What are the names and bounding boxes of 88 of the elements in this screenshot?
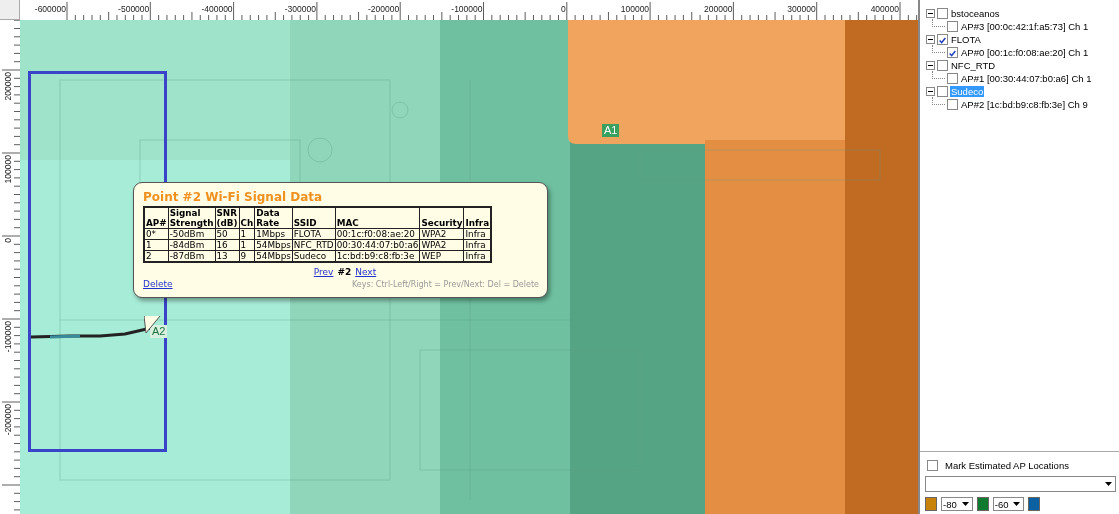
table-cell: FLOTA (292, 228, 336, 240)
ruler-label: -100000 (3, 321, 13, 353)
ruler-label: 200000 (704, 4, 733, 14)
checkbox[interactable] (937, 8, 948, 19)
dropdown[interactable] (925, 476, 1116, 492)
table-cell: 00:30:44:07:b0:a6 (335, 239, 420, 251)
popup-title: Point #2 Wi-Fi Signal Data (143, 190, 324, 204)
ruler-label: -200000 (368, 4, 400, 14)
table-cell: Infra (463, 239, 492, 251)
ruler-label: 100000 (620, 4, 650, 14)
table-cell: 00:1c:f0:08:ae:20 (335, 228, 420, 240)
table-cell: 1 (144, 239, 169, 251)
dropdown-arrow-icon (961, 502, 969, 506)
ruler-label: 200000 (3, 72, 13, 101)
ruler-label: 0 (561, 4, 566, 14)
table-cell: 2 (144, 250, 169, 262)
point-number: #2 (337, 267, 352, 277)
prev-link[interactable]: Prev (313, 267, 334, 277)
table-cell: Infra (463, 228, 492, 240)
ruler-label: -500000 (118, 4, 150, 14)
ruler-label: -600000 (34, 4, 66, 14)
table-cell: 1c:bd:b9:c8:fb:3e (335, 250, 420, 262)
ruler-label: 300000 (787, 4, 816, 14)
checkbox[interactable] (947, 21, 958, 32)
table-cell: -50dBm (168, 228, 215, 240)
ruler-label: -200000 (3, 404, 13, 436)
table-cell: 13 (215, 250, 240, 262)
tree-item[interactable]: AP#2 [1c:bd:b9:c8:fb:3e] Ch 9 (960, 99, 1089, 110)
table-cell: 9 (239, 250, 255, 262)
column-header: AP# (144, 207, 169, 229)
table-cell: 54Mbps (254, 250, 293, 262)
table-cell: WEP (419, 250, 464, 262)
ruler-label: -300000 (284, 4, 316, 14)
table-cell: 0* (144, 228, 169, 240)
threshold-dropdown[interactable]: -80 (941, 497, 973, 511)
tree-item[interactable]: AP#0 [00:1c:f0:08:ae:20] Ch 1 (960, 47, 1090, 58)
checkbox[interactable] (947, 47, 958, 58)
dropdown-arrow-icon (1105, 482, 1112, 486)
table-cell: -84dBm (168, 239, 215, 251)
column-header: SSID (292, 207, 336, 229)
delete-link[interactable]: Delete (143, 279, 173, 289)
tree-item[interactable]: FLOTA (950, 34, 982, 45)
next-link[interactable]: Next (355, 267, 377, 277)
table-cell: WPA2 (419, 228, 464, 240)
checkbox[interactable] (927, 460, 938, 471)
table-cell: 1 (239, 228, 255, 240)
checkbox-label: Mark Estimated AP Locations (945, 460, 1069, 471)
point-marker[interactable]: A2 (150, 325, 168, 338)
checkbox[interactable] (937, 60, 948, 71)
column-header: Data Rate (254, 207, 293, 229)
color-swatch[interactable] (925, 497, 937, 511)
column-header: SNR (dB) (215, 207, 240, 229)
color-swatch[interactable] (976, 497, 989, 511)
tree-item[interactable]: AP#3 [00:0c:42:1f:a5:73] Ch 1 (960, 21, 1090, 32)
ruler-label: -400000 (201, 4, 233, 14)
table-cell: 50 (215, 228, 240, 240)
keys-hint: Keys: Ctrl-Left/Right = Prev/Next: Del = Delete (351, 280, 539, 289)
table-cell: NFC_RTD (292, 239, 336, 251)
color-swatch[interactable] (1028, 497, 1041, 511)
checkbox[interactable] (937, 86, 948, 97)
dropdown-arrow-icon (1013, 502, 1021, 506)
table-cell: 1 (239, 239, 255, 251)
column-header: Signal Strength (168, 207, 215, 229)
ruler-corner (0, 0, 20, 20)
table-cell: Sudeco (292, 250, 336, 262)
ruler-label: -100000 (451, 4, 483, 14)
collapse-icon[interactable] (926, 61, 935, 70)
ruler-label: 0 (3, 238, 13, 243)
checkbox[interactable] (937, 34, 948, 45)
column-header: Ch (239, 207, 255, 229)
collapse-icon[interactable] (926, 35, 935, 44)
table-cell: 1Mbps (254, 228, 293, 240)
table-cell: 54Mbps (254, 239, 293, 251)
tree-item[interactable]: bstoceanos (950, 8, 1001, 19)
tree-item[interactable]: NFC_RTD (950, 60, 997, 71)
table-cell: 16 (215, 239, 240, 251)
column-header: Security (419, 207, 464, 229)
column-header: MAC (335, 207, 420, 229)
ruler-label: 100000 (3, 155, 13, 184)
table-cell: -87dBm (168, 250, 215, 262)
ruler-label: 400000 (870, 4, 899, 14)
tree-item[interactable]: AP#1 [00:30:44:07:b0:a6] Ch 1 (960, 73, 1093, 84)
checkbox[interactable] (947, 99, 958, 110)
checkbox[interactable] (947, 73, 958, 84)
threshold-dropdown[interactable]: -60 (992, 497, 1025, 511)
table-cell: WPA2 (419, 239, 464, 251)
collapse-icon[interactable] (926, 9, 935, 18)
collapse-icon[interactable] (926, 87, 935, 96)
